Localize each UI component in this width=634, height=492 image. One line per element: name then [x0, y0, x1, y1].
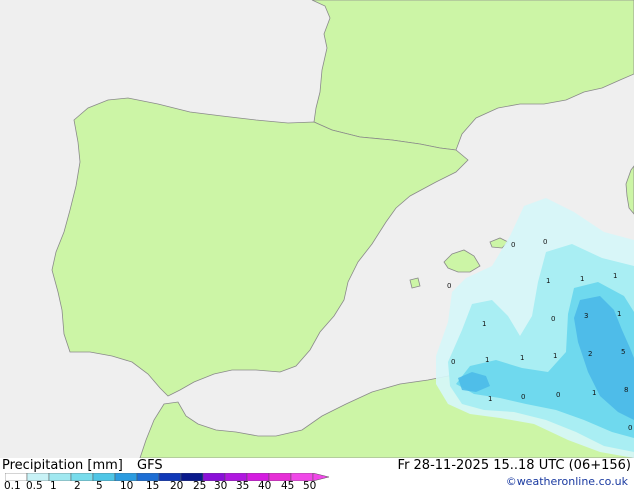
svg-text:0: 0	[543, 238, 547, 246]
scale-tick-label: 0.1	[4, 480, 21, 492]
svg-text:0: 0	[521, 393, 525, 401]
svg-text:1: 1	[553, 352, 557, 360]
svg-text:1: 1	[546, 277, 550, 285]
scale-tick-label: 2	[74, 480, 81, 492]
svg-text:0: 0	[556, 391, 560, 399]
model-name: GFS	[137, 458, 163, 473]
scale-tick-label: 10	[120, 480, 134, 492]
scale-tick-label: 50	[303, 480, 317, 492]
scale-tick-label: 15	[146, 480, 160, 492]
svg-text:0: 0	[451, 358, 455, 366]
scale-tick-label: 45	[281, 480, 295, 492]
svg-text:1: 1	[617, 310, 621, 318]
scale-tick-label: 20	[170, 480, 184, 492]
weather-map: 0 0 0 1 1 1 0 3 1 1 0 1 1 1 2 5 1 0 0 1 …	[0, 0, 634, 458]
svg-text:0: 0	[447, 282, 451, 290]
svg-text:1: 1	[520, 354, 524, 362]
scale-tick-label: 40	[258, 480, 272, 492]
scale-tick-label: 30	[214, 480, 228, 492]
scale-tick-label: 25	[193, 480, 207, 492]
credit-link[interactable]: ©weatheronline.co.uk	[506, 474, 628, 490]
svg-text:5: 5	[621, 348, 625, 356]
legend-footer: Precipitation [mm] GFS Fr 28-11-2025 15.…	[0, 458, 634, 492]
land-ibiza	[409, 277, 421, 289]
scale-tick-label: 0.5	[26, 480, 43, 492]
svg-text:0: 0	[628, 424, 632, 432]
svg-text:1: 1	[580, 275, 584, 283]
svg-text:1: 1	[488, 395, 492, 403]
svg-text:2: 2	[588, 350, 592, 358]
scale-tick-label: 35	[236, 480, 250, 492]
scale-tick-label: 1	[50, 480, 57, 492]
svg-text:0: 0	[551, 315, 555, 323]
scale-tick-label: 5	[96, 480, 103, 492]
svg-text:1: 1	[613, 272, 617, 280]
svg-text:8: 8	[624, 386, 628, 394]
svg-text:1: 1	[482, 320, 486, 328]
svg-text:1: 1	[592, 389, 596, 397]
svg-text:0: 0	[511, 241, 515, 249]
legend-title: Precipitation [mm]	[2, 458, 123, 473]
valid-time: Fr 28-11-2025 15..18 UTC (06+156)	[397, 458, 631, 473]
svg-text:1: 1	[485, 356, 489, 364]
svg-text:3: 3	[584, 312, 588, 320]
